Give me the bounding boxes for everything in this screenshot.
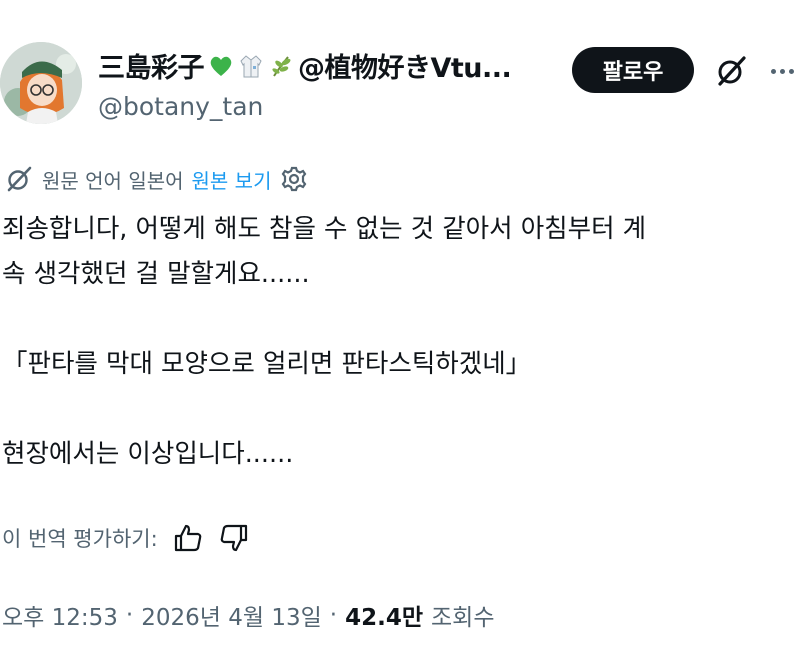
rate-translation-label: 이 번역 평가하기: bbox=[2, 527, 158, 551]
author-handle[interactable]: @botany_tan bbox=[98, 92, 263, 121]
thumbs-up-icon[interactable] bbox=[172, 522, 204, 554]
translation-row: 원문 언어 일본어 원본 보기 bbox=[4, 164, 309, 194]
views-count[interactable]: 42.4만 bbox=[345, 598, 423, 632]
author-display-name[interactable]: 三島彩子 bbox=[98, 46, 205, 85]
gear-icon[interactable] bbox=[279, 164, 309, 194]
tweet-line: 현장에서는 이상입니다...... bbox=[2, 439, 294, 469]
thumbs-down-icon[interactable] bbox=[218, 522, 250, 554]
avatar-image bbox=[0, 42, 82, 124]
meta-separator: · bbox=[125, 602, 134, 628]
author-name-suffix[interactable]: @植物好きVtu... bbox=[298, 46, 512, 85]
more-dot bbox=[779, 68, 785, 74]
grok-icon[interactable] bbox=[714, 54, 748, 88]
grok-icon bbox=[7, 166, 32, 192]
tweet-text: 죄송합니다, 어떻게 해도 참을 수 없는 것 같아서 아침부터 계 속 생각했… bbox=[2, 207, 792, 477]
tweet-time[interactable]: 오후 12:53 bbox=[2, 598, 118, 632]
tweet-line: 죄송합니다, 어떻게 해도 참을 수 없는 것 같아서 아침부터 계 bbox=[2, 214, 647, 244]
tweet-line: 속 생각했던 걸 말할게요...... bbox=[2, 259, 310, 289]
more-icon[interactable] bbox=[765, 54, 799, 88]
views-label: 조회수 bbox=[431, 605, 495, 631]
avatar[interactable] bbox=[0, 42, 82, 124]
more-dot bbox=[770, 68, 776, 74]
lab-coat-icon bbox=[240, 54, 262, 77]
more-dot bbox=[788, 68, 794, 74]
rate-translation-row: 이 번역 평가하기: bbox=[2, 522, 250, 554]
sprout-icon bbox=[272, 55, 291, 77]
translation-source-label: 원문 언어 일본어 bbox=[42, 168, 184, 193]
view-original-link[interactable]: 원본 보기 bbox=[192, 165, 272, 194]
tweet-date[interactable]: 2026년 4월 13일 bbox=[141, 598, 322, 632]
green-heart-icon bbox=[210, 56, 232, 76]
author-name-row[interactable]: 三島彩子 @植物好きVtu... bbox=[98, 46, 512, 85]
tweet-line: 「판타를 막대 모양으로 얼리면 판타스틱하겠네」 bbox=[2, 349, 532, 379]
meta-separator: · bbox=[329, 602, 338, 628]
follow-button[interactable]: 팔로우 bbox=[572, 47, 694, 93]
tweet-meta: 오후 12:53 · 2026년 4월 13일 · 42.4만 조회수 bbox=[2, 598, 495, 632]
